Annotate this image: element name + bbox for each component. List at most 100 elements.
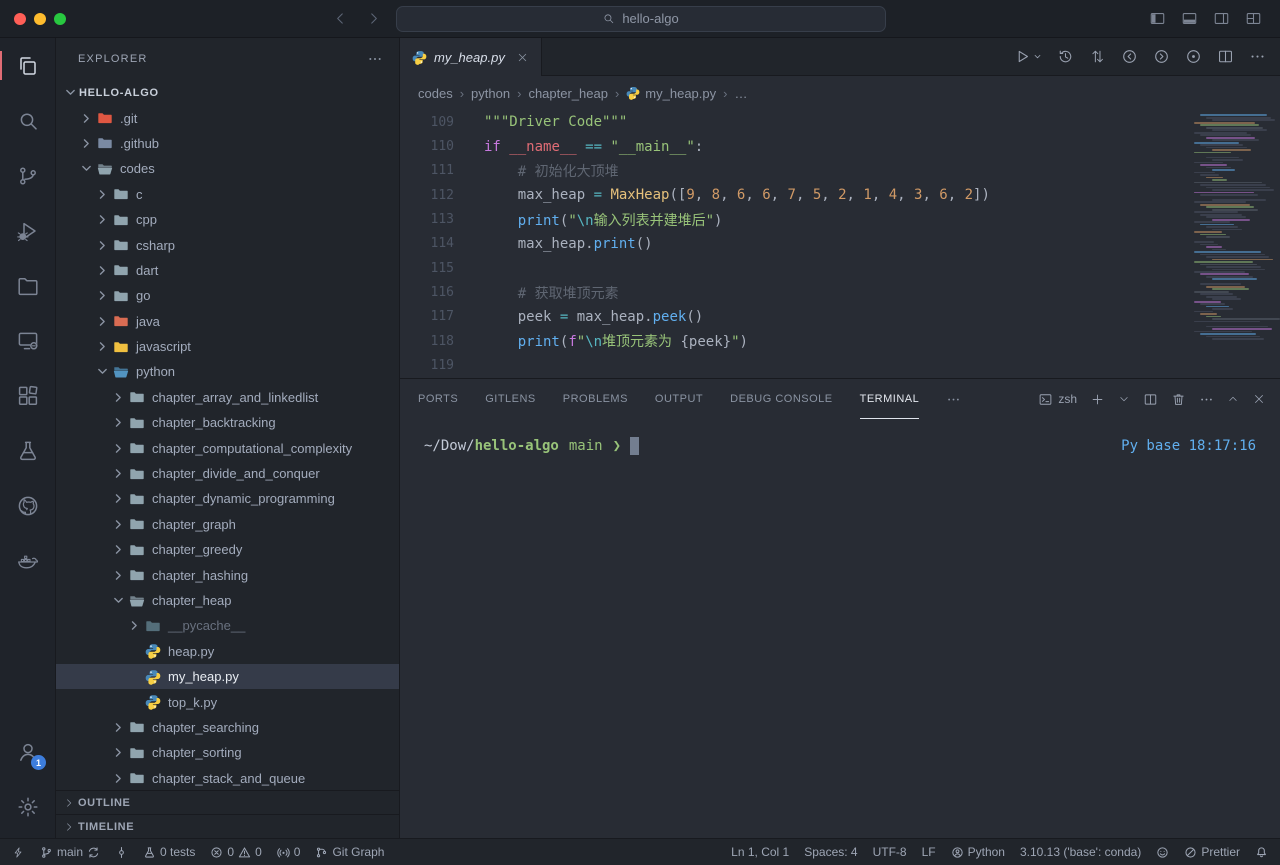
tree-item-chapter-heap[interactable]: chapter_heap	[56, 588, 399, 613]
status-tests[interactable]: 0 tests	[143, 845, 195, 859]
status-indentation[interactable]: Spaces: 4	[804, 845, 857, 859]
maximize-panel-icon[interactable]	[1227, 393, 1239, 405]
editor-action-toggle-gitlens[interactable]	[1185, 48, 1202, 65]
code-line[interactable]: 112 max_heap = MaxHeap([9, 8, 6, 6, 7, 5…	[400, 183, 1280, 207]
line-number[interactable]: 116	[400, 285, 454, 300]
code-line[interactable]: 118 print(f"\n堆顶元素为 {peek}")	[400, 329, 1280, 353]
breadcrumb-item-[interactable]: …	[734, 86, 747, 101]
activity-item-settings[interactable]	[0, 779, 55, 834]
tree-item-c[interactable]: c	[56, 182, 399, 207]
line-number[interactable]: 114	[400, 236, 454, 251]
tree-item-my-heap-py[interactable]: my_heap.py	[56, 664, 399, 689]
zoom-window-button[interactable]	[54, 13, 66, 25]
command-center-search[interactable]: hello-algo	[396, 6, 886, 32]
tree-item-chapter-searching[interactable]: chapter_searching	[56, 715, 399, 740]
close-panel-icon[interactable]	[1252, 392, 1266, 406]
breadcrumb-item-chapter-heap[interactable]: chapter_heap	[528, 86, 608, 101]
line-number[interactable]: 109	[400, 115, 454, 130]
tree-item-chapter-backtracking[interactable]: chapter_backtracking	[56, 410, 399, 435]
tree-item-chapter-dynamic-programming[interactable]: chapter_dynamic_programming	[56, 486, 399, 511]
line-number[interactable]: 117	[400, 309, 454, 324]
new-terminal-icon[interactable]	[1090, 392, 1105, 407]
editor-action-more-actions[interactable]	[1249, 48, 1266, 65]
code-line[interactable]: 115	[400, 256, 1280, 280]
code-line[interactable]: 109"""Driver Code"""	[400, 110, 1280, 134]
editor-action-previous-change[interactable]	[1121, 48, 1138, 65]
breadcrumb-item-codes[interactable]: codes	[418, 86, 453, 101]
breadcrumb-item-python[interactable]: python	[471, 86, 510, 101]
line-number[interactable]: 115	[400, 261, 454, 276]
explorer-more-actions-icon[interactable]	[367, 51, 383, 67]
tree-item-git[interactable]: .git	[56, 105, 399, 130]
tree-item-java[interactable]: java	[56, 309, 399, 334]
line-number[interactable]: 113	[400, 212, 454, 227]
code-line[interactable]: 114 max_heap.print()	[400, 232, 1280, 256]
tree-item-pycache[interactable]: __pycache__	[56, 613, 399, 638]
tree-item-csharp[interactable]: csharp	[56, 232, 399, 257]
tree-item-chapter-divide-and-conquer[interactable]: chapter_divide_and_conquer	[56, 461, 399, 486]
minimize-window-button[interactable]	[34, 13, 46, 25]
status-feedback[interactable]	[1156, 846, 1169, 859]
panel-tab-gitlens[interactable]: GITLENS	[485, 379, 536, 419]
close-tab-icon[interactable]	[516, 51, 529, 64]
panel-tab-problems[interactable]: PROBLEMS	[563, 379, 628, 419]
status-cursor-position[interactable]: Ln 1, Col 1	[731, 845, 789, 859]
tree-item-chapter-sorting[interactable]: chapter_sorting	[56, 740, 399, 765]
tree-item-hello-algo[interactable]: HELLO-ALGO	[56, 80, 399, 105]
navigate-back-icon[interactable]	[332, 10, 349, 27]
toggle-secondary-sidebar-icon[interactable]	[1213, 10, 1230, 27]
tree-item-chapter-computational-complexity[interactable]: chapter_computational_complexity	[56, 435, 399, 460]
toggle-sidebar-icon[interactable]	[1149, 10, 1166, 27]
activity-item-explorer[interactable]	[0, 38, 55, 93]
close-window-button[interactable]	[14, 13, 26, 25]
status-gitlens[interactable]	[115, 846, 128, 859]
line-number[interactable]: 112	[400, 188, 454, 203]
toggle-panel-icon[interactable]	[1181, 10, 1198, 27]
more-panel-tabs-icon[interactable]	[946, 392, 961, 407]
timeline-section[interactable]: TIMELINE	[56, 814, 399, 838]
code-line[interactable]: 117 peek = max_heap.peek()	[400, 305, 1280, 329]
tree-item-chapter-graph[interactable]: chapter_graph	[56, 512, 399, 537]
status-python-interpreter[interactable]: 3.10.13 ('base': conda)	[1020, 845, 1141, 859]
outline-section[interactable]: OUTLINE	[56, 790, 399, 814]
line-number[interactable]: 111	[400, 163, 454, 178]
minimap[interactable]	[1194, 112, 1268, 341]
panel-tab-ports[interactable]: PORTS	[418, 379, 458, 419]
status-language-mode[interactable]: Python	[951, 845, 1005, 859]
shell-selector[interactable]: zsh	[1038, 392, 1077, 407]
activity-item-project-manager[interactable]	[0, 258, 55, 313]
tree-item-cpp[interactable]: cpp	[56, 207, 399, 232]
status-git-graph[interactable]: Git Graph	[315, 845, 384, 859]
editor-action-timeline[interactable]	[1057, 48, 1074, 65]
status-prettier[interactable]: Prettier	[1184, 845, 1240, 859]
tree-item-chapter-hashing[interactable]: chapter_hashing	[56, 562, 399, 587]
editor-action-next-change[interactable]	[1153, 48, 1170, 65]
activity-item-docker[interactable]	[0, 533, 55, 588]
status-eol[interactable]: LF	[922, 845, 936, 859]
activity-item-accounts[interactable]: 1	[0, 724, 55, 779]
tab-my-heap-py[interactable]: my_heap.py	[400, 38, 542, 76]
tree-item-go[interactable]: go	[56, 283, 399, 308]
editor-action-split-editor[interactable]	[1217, 48, 1234, 65]
code-editor[interactable]: 109"""Driver Code"""110if __name__ == "_…	[400, 110, 1280, 378]
status-encoding[interactable]: UTF-8	[873, 845, 907, 859]
tree-item-github[interactable]: .github	[56, 131, 399, 156]
tree-item-chapter-stack-and-queue[interactable]: chapter_stack_and_queue	[56, 766, 399, 790]
editor-action-open-changes[interactable]	[1089, 48, 1106, 65]
split-terminal-icon[interactable]	[1143, 392, 1158, 407]
code-line[interactable]: 113 print("\n输入列表并建堆后")	[400, 207, 1280, 231]
panel-tab-debug-console[interactable]: DEBUG CONSOLE	[730, 379, 832, 419]
line-number[interactable]: 110	[400, 139, 454, 154]
status-problems[interactable]: 00	[210, 845, 261, 859]
code-line[interactable]: 111 # 初始化大顶堆	[400, 159, 1280, 183]
customize-layout-icon[interactable]	[1245, 10, 1262, 27]
tree-item-chapter-greedy[interactable]: chapter_greedy	[56, 537, 399, 562]
terminal-more-actions-icon[interactable]	[1199, 392, 1214, 407]
tree-item-chapter-array-and-linkedlist[interactable]: chapter_array_and_linkedlist	[56, 385, 399, 410]
activity-item-github[interactable]	[0, 478, 55, 533]
navigate-forward-icon[interactable]	[365, 10, 382, 27]
tree-item-dart[interactable]: dart	[56, 258, 399, 283]
code-line[interactable]: 110if __name__ == "__main__":	[400, 134, 1280, 158]
panel-tab-output[interactable]: OUTPUT	[655, 379, 703, 419]
status-notifications[interactable]	[1255, 846, 1268, 859]
